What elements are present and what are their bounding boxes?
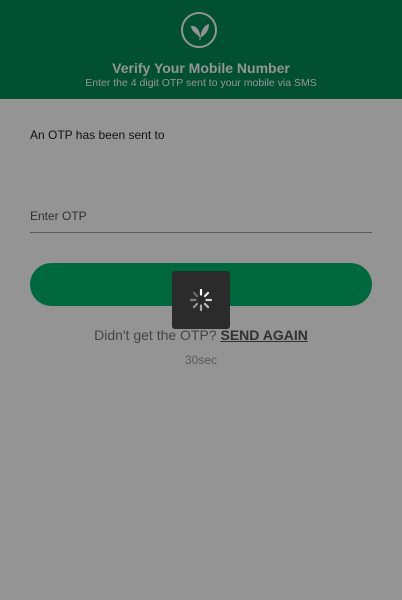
loading-overlay	[0, 0, 402, 600]
spinner-icon	[189, 288, 213, 312]
loading-spinner	[172, 271, 230, 329]
